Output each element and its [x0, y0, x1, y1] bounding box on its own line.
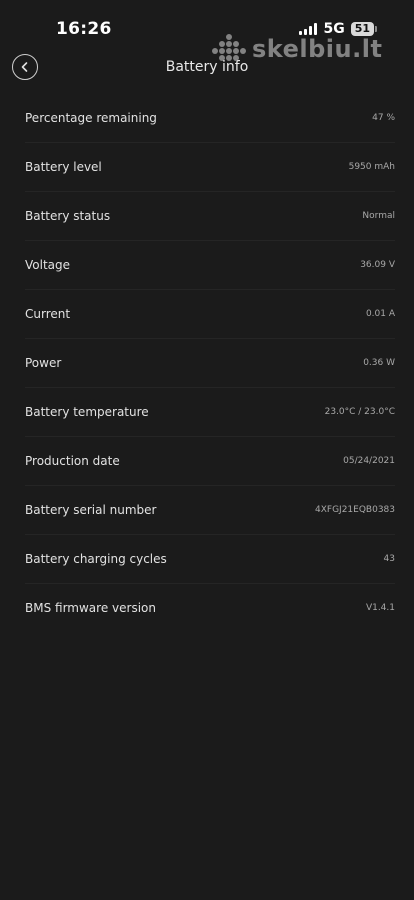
info-label: Current	[25, 307, 71, 321]
info-label: Production date	[25, 454, 120, 468]
info-label: Battery level	[25, 160, 102, 174]
info-label: BMS firmware version	[25, 601, 156, 615]
info-value: 0.36 W	[363, 358, 395, 368]
info-row-battery-temperature: Battery temperature 23.0°C / 23.0°C	[25, 387, 395, 436]
info-row-battery-serial-number: Battery serial number 4XFGJ21EQB0383	[25, 485, 395, 534]
info-value: 47 %	[372, 112, 395, 123]
info-row-current: Current 0.01 A	[25, 289, 395, 338]
info-label: Power	[25, 356, 62, 370]
info-label: Battery charging cycles	[25, 552, 167, 566]
info-row-battery-charging-cycles: Battery charging cycles 43	[25, 534, 395, 583]
info-row-voltage: Voltage 36.09 V	[25, 240, 395, 289]
info-value: 36.09 V	[360, 260, 395, 270]
info-value: V1.4.1	[365, 603, 395, 613]
info-label: Percentage remaining	[25, 110, 157, 125]
info-value: Normal	[362, 211, 395, 221]
info-row-battery-level: Battery level 5950 mAh	[25, 142, 395, 191]
info-value: 5950 mAh	[348, 162, 395, 172]
info-label: Battery status	[25, 209, 111, 223]
header: Battery info	[0, 50, 414, 86]
info-row-power: Power 0.36 W	[25, 338, 395, 387]
page-title: Battery info	[165, 59, 249, 75]
info-value: 05/24/2021	[343, 456, 395, 466]
info-value: 23.0°C / 23.0°C	[324, 407, 395, 417]
info-value: 4XFGJ21EQB0383	[315, 505, 395, 515]
battery-info-list: Percentage remaining 47 % Battery level …	[25, 93, 395, 632]
status-time: 16:26	[56, 19, 112, 39]
info-row-production-date: Production date 05/24/2021	[25, 436, 395, 485]
info-row-battery-status: Battery status Normal	[25, 191, 395, 240]
info-label: Voltage	[25, 258, 71, 272]
info-value: 0.01 A	[365, 309, 395, 319]
info-label: Battery temperature	[25, 405, 149, 419]
info-label: Battery serial number	[25, 503, 157, 517]
info-row-bms-firmware-version: BMS firmware version V1.4.1	[25, 583, 395, 632]
info-row-percentage-remaining: Percentage remaining 47 %	[25, 93, 395, 142]
info-value: 43	[383, 554, 395, 564]
